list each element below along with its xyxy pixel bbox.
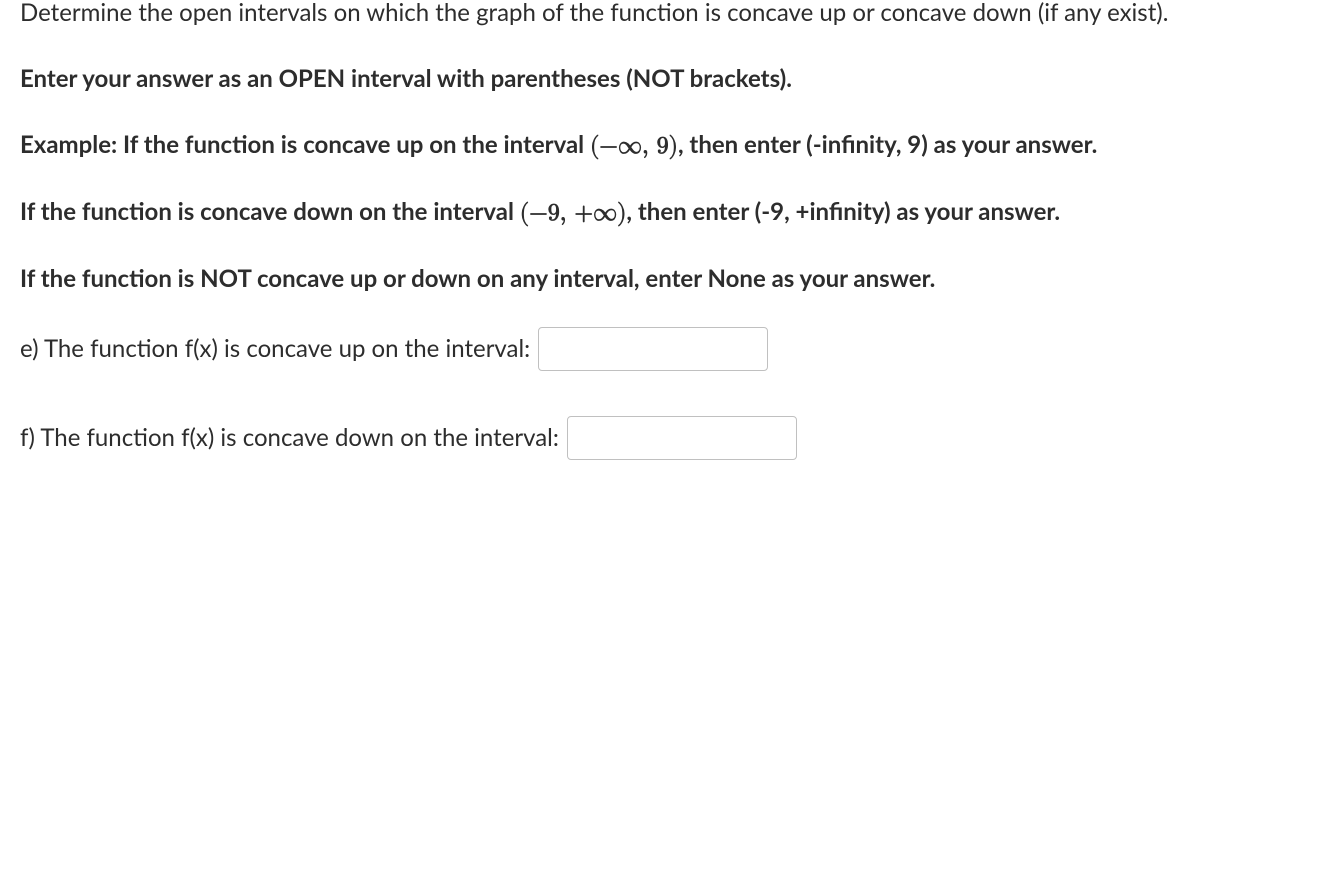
intro-text-1: Determine the open intervals on which th… [20,0,1168,27]
question-e-row: e) The function f(x) is concave up on th… [20,327,1314,371]
intro-paragraph-1: Determine the open intervals on which th… [20,0,1314,31]
concave-up-input[interactable] [538,327,768,371]
none-rule-text: If the function is NOT concave up or dow… [20,264,935,293]
question-f-label: f) The function f(x) is concave down on … [20,420,559,456]
intro-text-2: Enter your answer as an OPEN interval wi… [20,64,792,93]
question-e-label: e) The function f(x) is concave up on th… [20,331,530,367]
intro-paragraph-2: Enter your answer as an OPEN interval wi… [20,61,1314,97]
example-paragraph-1: Example: If the function is concave up o… [20,127,1314,164]
none-rule-paragraph: If the function is NOT concave up or dow… [20,261,1314,297]
example2-post: , then enter (-9, +infinity) as your ans… [626,197,1060,226]
concave-down-input[interactable] [567,416,797,460]
example2-math: (−9, +∞) [520,195,627,231]
example2-pre: If the function is concave down on the i… [20,197,520,226]
question-f-row: f) The function f(x) is concave down on … [20,416,1314,460]
example1-math: (−∞, 9) [590,128,678,164]
example1-pre: Example: If the function is concave up o… [20,130,590,159]
example-paragraph-2: If the function is concave down on the i… [20,194,1314,231]
example1-post: , then enter (-infinity, 9) as your answ… [678,130,1097,159]
